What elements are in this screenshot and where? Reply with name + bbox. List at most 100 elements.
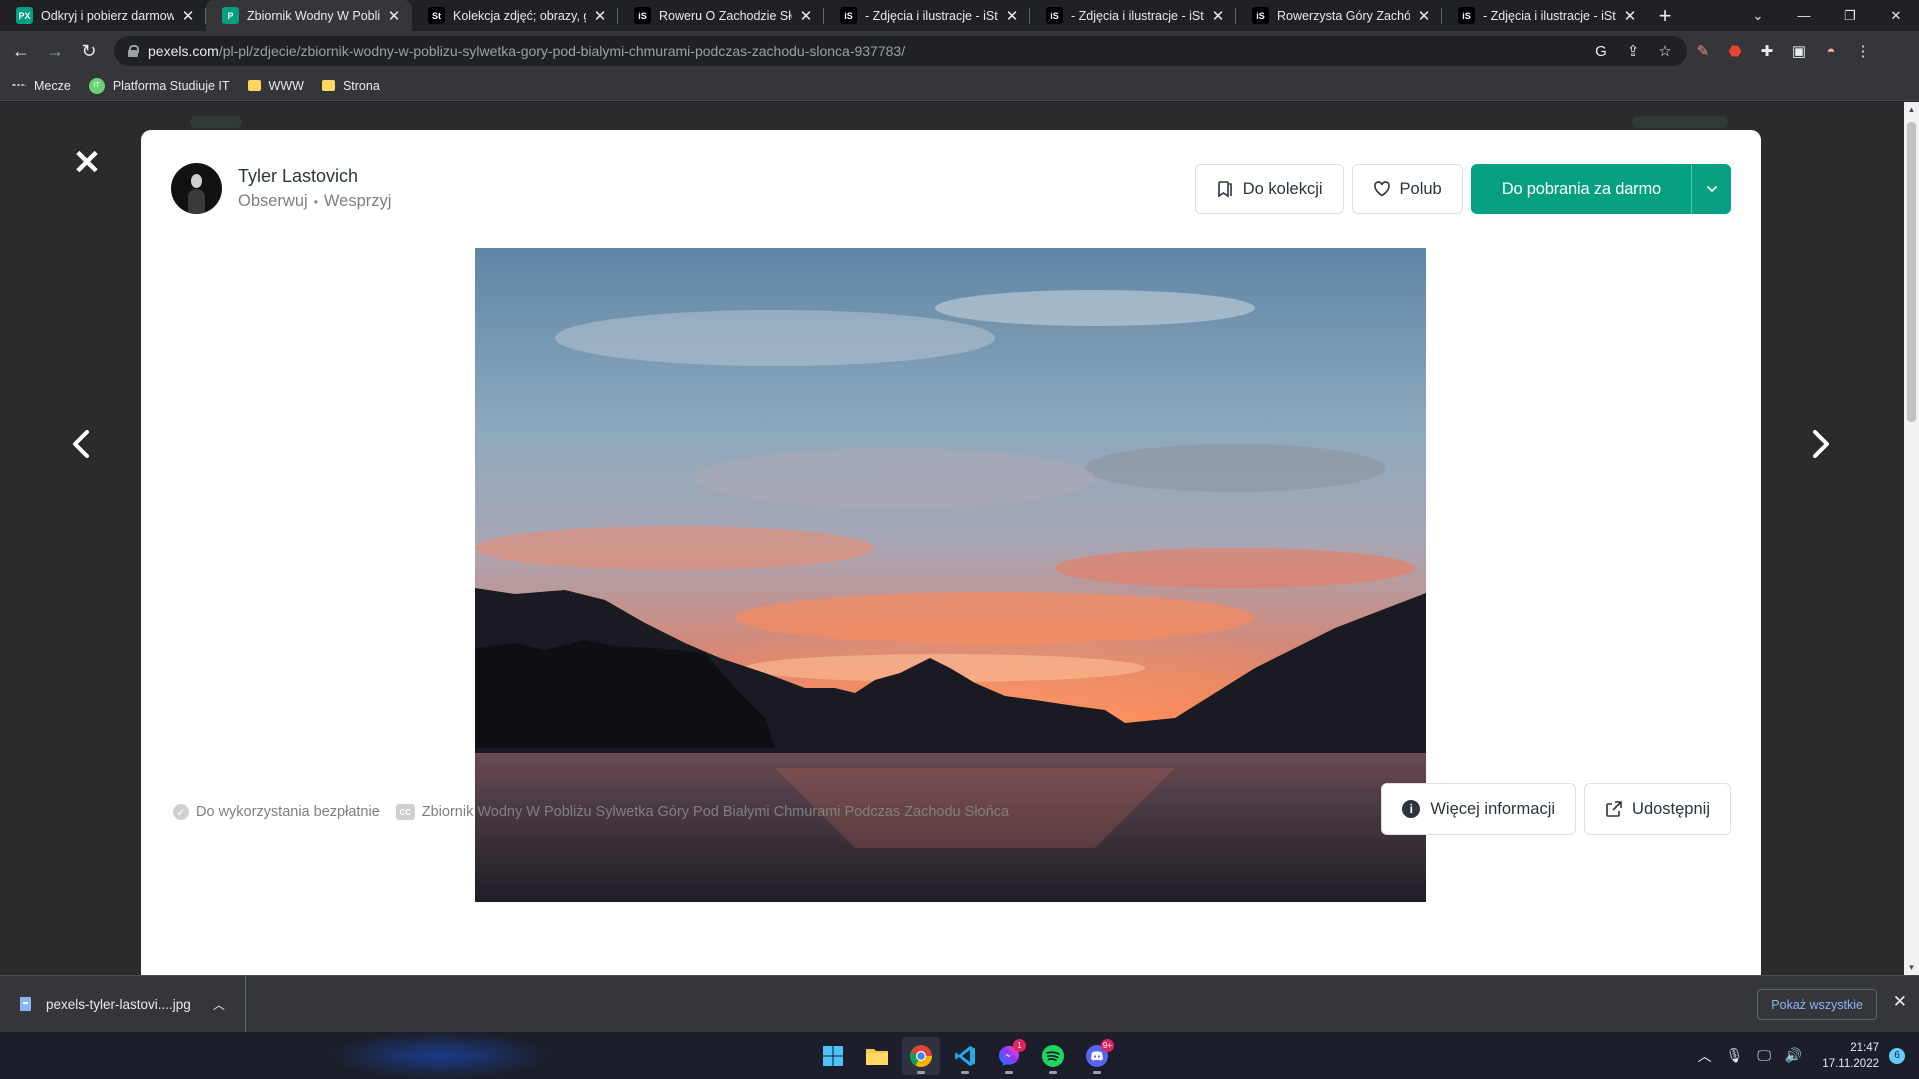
browser-toolbar: ← → ↻ pexels.com/pl-pl/zdjecie/zbiornik-…: [0, 31, 1919, 71]
close-tab-icon[interactable]: ✕: [1004, 7, 1020, 25]
close-shelf-icon[interactable]: ✕: [1893, 992, 1907, 1012]
discord-badge: 9+: [1100, 1039, 1114, 1052]
close-tab-icon[interactable]: ✕: [1416, 7, 1432, 25]
file-explorer-icon[interactable]: [858, 1037, 896, 1075]
close-window-button[interactable]: ✕: [1873, 0, 1919, 31]
author-name[interactable]: Tyler Lastovich: [238, 166, 391, 187]
side-panel-icon[interactable]: ▣: [1783, 36, 1815, 66]
share-label: Udostępnij: [1632, 799, 1710, 818]
tab-title: Odkryj i pobierz darmowe: [41, 8, 174, 23]
close-tab-icon[interactable]: ✕: [180, 7, 196, 25]
photo-title: Zbiornik Wodny W Pobliżu Sylwetka Góry P…: [421, 804, 1009, 820]
scroll-up-icon[interactable]: ▲: [1904, 102, 1919, 117]
previous-photo-icon[interactable]: [67, 424, 97, 464]
menu-kebab-icon[interactable]: ⋮: [1847, 36, 1879, 66]
next-photo-icon[interactable]: [1805, 424, 1835, 464]
download-button[interactable]: Do pobrania za darmo: [1471, 164, 1691, 214]
extensions-puzzle-icon[interactable]: ✚: [1751, 36, 1783, 66]
spotify-icon[interactable]: [1034, 1037, 1072, 1075]
follow-link[interactable]: Obserwuj: [238, 192, 308, 210]
tab-title: Rowerzysta Góry Zachód -: [1277, 8, 1410, 23]
vscode-icon[interactable]: [946, 1037, 984, 1075]
like-button[interactable]: Polub: [1351, 164, 1463, 214]
running-indicator: [1093, 1071, 1101, 1074]
caption-icon: CC: [395, 804, 415, 820]
clock[interactable]: 21:47 17.11.2022: [1822, 1040, 1879, 1072]
show-all-downloads-button[interactable]: Pokaż wszystkie: [1757, 989, 1877, 1020]
chevron-up-icon[interactable]: ︿: [213, 996, 225, 1013]
tab-1[interactable]: P Zbiornik Wodny W Pobliżu ✕: [206, 0, 412, 31]
pexels-icon: PX: [16, 7, 33, 24]
photo-modal: Tyler Lastovich Obserwuj • Wesprzyj Do kol…: [141, 130, 1761, 975]
adblock-extension-icon[interactable]: ⬣: [1719, 36, 1751, 66]
istock-icon: iS: [1458, 7, 1475, 24]
download-options-chevron-icon[interactable]: [1691, 164, 1731, 214]
tab-3[interactable]: iS Roweru O Zachodzie Słońca ✕: [618, 0, 824, 31]
support-link[interactable]: Wesprzyj: [324, 192, 392, 210]
istock-icon: iS: [1046, 7, 1063, 24]
messenger-icon[interactable]: 1: [990, 1037, 1028, 1075]
profile-avatar-icon[interactable]: ◓: [1815, 36, 1847, 66]
new-tab-button[interactable]: +: [1648, 0, 1682, 31]
bookmark-item[interactable]: IT Platforma Studiuje IT: [88, 77, 230, 94]
network-icon[interactable]: 🖵: [1757, 1047, 1771, 1064]
scroll-down-icon[interactable]: ▼: [1904, 960, 1919, 975]
download-item[interactable]: pexels-tyler-lastovi....jpg ︿: [0, 975, 246, 1033]
tab-title: Roweru O Zachodzie Słońca: [659, 8, 792, 23]
running-indicator: [961, 1071, 969, 1074]
tab-7[interactable]: iS - Zdjęcia i ilustracje - iStoc ✕: [1442, 0, 1648, 31]
tab-6[interactable]: iS Rowerzysta Góry Zachód - ✕: [1236, 0, 1442, 31]
share-button[interactable]: Udostępnij: [1584, 783, 1731, 835]
tab-2[interactable]: St Kolekcja zdjęć; obrazy, gra ✕: [412, 0, 618, 31]
chrome-icon[interactable]: [902, 1037, 940, 1075]
photo-meta: ✓ Do wykorzystania bezpłatnie CC Zbiorni…: [173, 804, 1025, 820]
author-avatar[interactable]: [171, 163, 222, 214]
bookmark-item[interactable]: Mecze: [12, 79, 71, 93]
scrollbar-thumb[interactable]: [1907, 122, 1916, 422]
close-tab-icon[interactable]: ✕: [798, 7, 814, 25]
tab-search-icon[interactable]: ⌄: [1735, 0, 1781, 31]
dots-icon: [12, 84, 26, 87]
bookmark-star-icon[interactable]: ☆: [1653, 39, 1677, 63]
tab-5[interactable]: iS - Zdjęcia i ilustracje - iStoc ✕: [1030, 0, 1236, 31]
notification-count-badge[interactable]: 6: [1889, 1047, 1905, 1064]
bookmark-folder[interactable]: WWW: [247, 79, 304, 93]
share-icon: [1606, 801, 1622, 817]
pen-extension-icon[interactable]: ✎: [1687, 36, 1719, 66]
back-button[interactable]: ←: [8, 38, 34, 64]
restore-button[interactable]: ❐: [1827, 0, 1873, 31]
free-to-use-badge[interactable]: ✓ Do wykorzystania bezpłatnie: [173, 804, 380, 820]
lock-icon[interactable]: [128, 45, 139, 57]
volume-icon[interactable]: 🔊: [1785, 1047, 1802, 1064]
close-tab-icon[interactable]: ✕: [1622, 7, 1638, 25]
close-tab-icon[interactable]: ✕: [592, 7, 608, 25]
bookmark-folder[interactable]: Strona: [321, 79, 380, 93]
page-scrollbar[interactable]: ▲ ▼: [1904, 102, 1919, 975]
author-text: Tyler Lastovich Obserwuj • Wesprzyj: [238, 166, 391, 211]
reload-button[interactable]: ↻: [76, 38, 102, 64]
google-lens-icon[interactable]: G: [1589, 39, 1613, 63]
add-to-collection-button[interactable]: Do kolekcji: [1194, 164, 1344, 214]
discord-icon[interactable]: 9+: [1078, 1037, 1116, 1075]
bookmark-icon: [1217, 181, 1232, 198]
tab-0[interactable]: PX Odkryj i pobierz darmowe ✕: [0, 0, 206, 31]
forward-button[interactable]: →: [42, 38, 68, 64]
more-info-button[interactable]: i Więcej informacji: [1381, 783, 1577, 835]
microphone-icon[interactable]: 🎙: [1726, 1047, 1744, 1064]
minimize-button[interactable]: —: [1781, 0, 1827, 31]
close-tab-icon[interactable]: ✕: [1210, 7, 1226, 25]
windows-start-icon[interactable]: [814, 1037, 852, 1075]
active-indicator: [917, 1071, 925, 1074]
share-icon[interactable]: ⇪: [1621, 39, 1645, 63]
istock-icon: iS: [634, 7, 651, 24]
collect-label: Do kolekcji: [1242, 179, 1323, 198]
tab-4[interactable]: iS - Zdjęcia i ilustracje - iStoc ✕: [824, 0, 1030, 31]
address-bar[interactable]: pexels.com/pl-pl/zdjecie/zbiornik-wodny-…: [114, 36, 1687, 66]
running-indicator: [1049, 1071, 1057, 1074]
close-tab-icon[interactable]: ✕: [386, 7, 402, 25]
window-controls: ⌄ — ❐ ✕: [1735, 0, 1919, 31]
close-modal-icon[interactable]: ✕: [72, 146, 102, 180]
istock-icon: iS: [840, 7, 857, 24]
tab-strip: PX Odkryj i pobierz darmowe ✕ P Zbiornik…: [0, 0, 1919, 31]
show-hidden-icons-chevron-icon[interactable]: ︿: [1698, 1046, 1712, 1066]
